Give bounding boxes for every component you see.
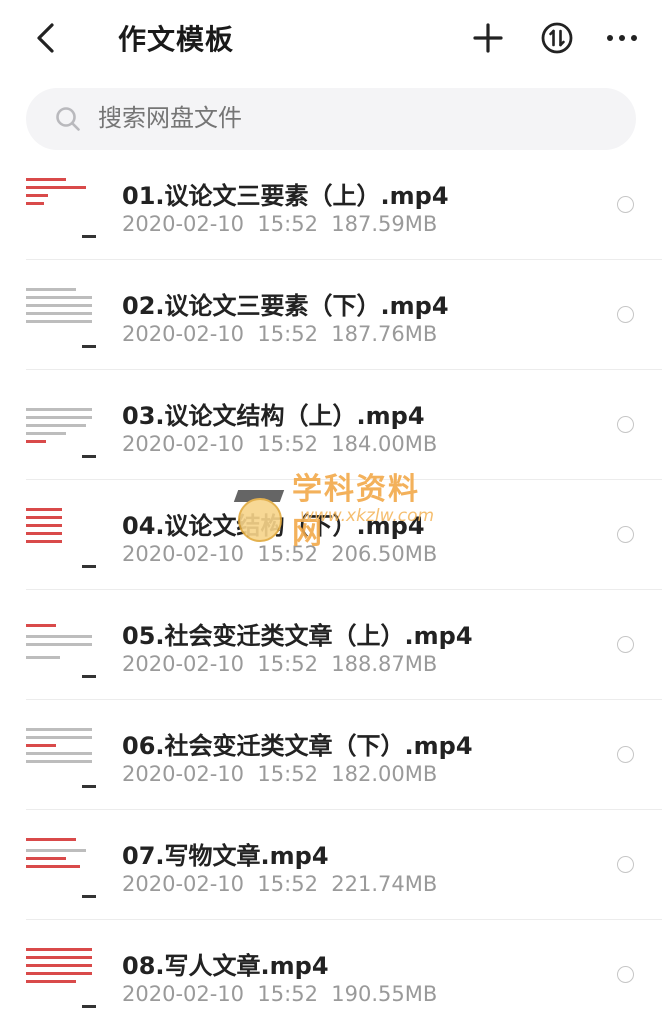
watermark-url: www.xkzlw.com xyxy=(300,506,435,526)
search-icon xyxy=(56,107,80,131)
file-thumbnail xyxy=(24,722,96,788)
search-input[interactable] xyxy=(98,104,598,132)
file-size: 182.00MB xyxy=(331,762,438,786)
select-checkbox[interactable] xyxy=(617,856,634,873)
file-row[interactable]: 01.议论文三要素（上）.mp4 2020-02-10 15:52 187.59… xyxy=(0,150,662,260)
select-checkbox[interactable] xyxy=(617,416,634,433)
file-meta: 2020-02-10 15:52 182.00MB xyxy=(122,762,437,786)
file-time: 15:52 xyxy=(257,212,318,236)
file-meta: 2020-02-10 15:52 187.76MB xyxy=(122,322,437,346)
search-bar[interactable] xyxy=(26,88,636,150)
file-thumbnail xyxy=(24,392,96,458)
file-date: 2020-02-10 xyxy=(122,652,245,676)
file-row[interactable]: 07.写物文章.mp4 2020-02-10 15:52 221.74MB xyxy=(0,810,662,920)
file-thumbnail xyxy=(24,502,96,568)
file-row[interactable]: 02.议论文三要素（下）.mp4 2020-02-10 15:52 187.76… xyxy=(0,260,662,370)
sort-arrows-icon xyxy=(541,22,573,54)
select-checkbox[interactable] xyxy=(617,746,634,763)
file-date: 2020-02-10 xyxy=(122,762,245,786)
file-name: 05.社会变迁类文章（上）.mp4 xyxy=(122,622,473,650)
select-checkbox[interactable] xyxy=(617,526,634,543)
file-date: 2020-02-10 xyxy=(122,322,245,346)
top-bar: 作文模板 xyxy=(0,0,662,80)
plus-icon xyxy=(473,23,503,53)
file-date: 2020-02-10 xyxy=(122,982,245,1006)
back-button[interactable] xyxy=(22,14,70,62)
file-time: 15:52 xyxy=(257,322,318,346)
mascot-icon xyxy=(238,498,282,542)
file-row[interactable]: 08.写人文章.mp4 2020-02-10 15:52 190.55MB xyxy=(0,920,662,1024)
file-meta: 2020-02-10 15:52 187.59MB xyxy=(122,212,437,236)
file-size: 190.55MB xyxy=(331,982,438,1006)
file-size: 221.74MB xyxy=(331,872,438,896)
watermark: 学科资料网 www.xkzlw.com xyxy=(233,460,446,570)
file-date: 2020-02-10 xyxy=(122,542,245,566)
file-time: 15:52 xyxy=(257,652,318,676)
file-meta: 2020-02-10 15:52 184.00MB xyxy=(122,432,437,456)
select-checkbox[interactable] xyxy=(617,966,634,983)
file-date: 2020-02-10 xyxy=(122,432,245,456)
file-size: 184.00MB xyxy=(331,432,438,456)
select-checkbox[interactable] xyxy=(617,196,634,213)
add-button[interactable] xyxy=(466,14,510,62)
file-thumbnail xyxy=(24,282,96,348)
file-time: 15:52 xyxy=(257,982,318,1006)
file-size: 187.59MB xyxy=(331,212,438,236)
file-time: 15:52 xyxy=(257,762,318,786)
page-title: 作文模板 xyxy=(118,23,235,56)
file-meta: 2020-02-10 15:52 188.87MB xyxy=(122,652,437,676)
file-name: 03.议论文结构（上）.mp4 xyxy=(122,402,425,430)
file-size: 188.87MB xyxy=(331,652,438,676)
file-thumbnail xyxy=(24,172,96,238)
file-time: 15:52 xyxy=(257,872,318,896)
file-meta: 2020-02-10 15:52 190.55MB xyxy=(122,982,437,1006)
file-date: 2020-02-10 xyxy=(122,212,245,236)
file-meta: 2020-02-10 15:52 221.74MB xyxy=(122,872,437,896)
select-checkbox[interactable] xyxy=(617,306,634,323)
file-thumbnail xyxy=(24,942,96,1008)
more-button[interactable] xyxy=(598,14,646,62)
more-dots-icon xyxy=(607,35,637,41)
file-name: 07.写物文章.mp4 xyxy=(122,842,329,870)
file-name: 02.议论文三要素（下）.mp4 xyxy=(122,292,449,320)
file-date: 2020-02-10 xyxy=(122,872,245,896)
chevron-left-icon xyxy=(37,23,54,53)
select-checkbox[interactable] xyxy=(617,636,634,653)
file-row[interactable]: 06.社会变迁类文章（下）.mp4 2020-02-10 15:52 182.0… xyxy=(0,700,662,810)
file-row[interactable]: 05.社会变迁类文章（上）.mp4 2020-02-10 15:52 188.8… xyxy=(0,590,662,700)
file-name: 06.社会变迁类文章（下）.mp4 xyxy=(122,732,473,760)
file-time: 15:52 xyxy=(257,432,318,456)
file-thumbnail xyxy=(24,832,96,898)
file-name: 01.议论文三要素（上）.mp4 xyxy=(122,182,449,210)
file-thumbnail xyxy=(24,612,96,678)
sort-button[interactable] xyxy=(535,14,579,62)
file-size: 187.76MB xyxy=(331,322,438,346)
file-name: 08.写人文章.mp4 xyxy=(122,952,329,980)
